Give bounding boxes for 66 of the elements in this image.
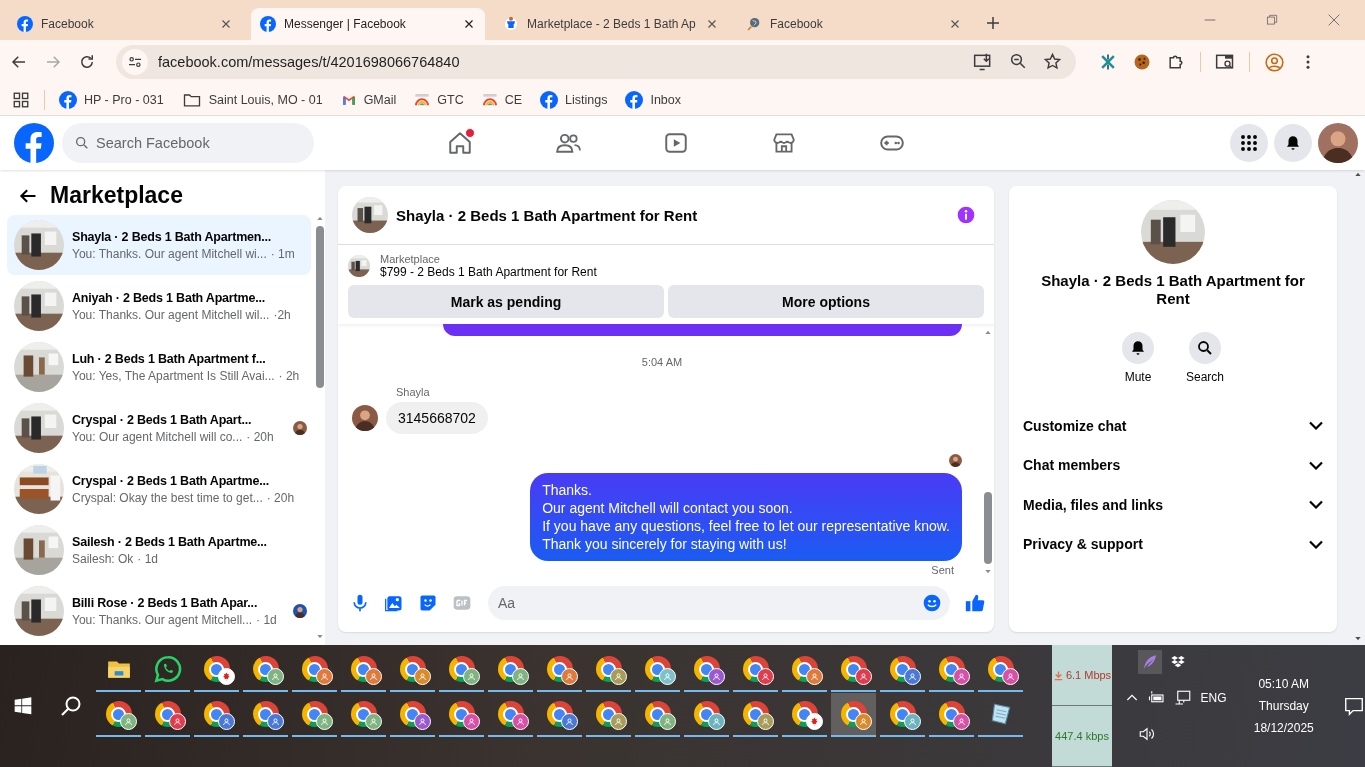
message-preview: You: Our agent Mitchell will co... xyxy=(72,429,243,444)
conversation-item[interactable]: Luh · 2 Beds 1 Bath Apartment f... You: Yes, The Apartment Is Still Avai... · 2h xyxy=(7,337,311,397)
clock[interactable]: 05:10 AM Thursday 18/12/2025 xyxy=(1238,645,1329,767)
message-time: · 20h xyxy=(246,429,274,444)
conversation-title: Cryspal · 2 Beds 1 Bath Apartme... xyxy=(72,473,269,488)
settings-section[interactable]: Chat members xyxy=(1017,445,1329,485)
sender-name: Shayla xyxy=(396,386,431,398)
message-preview: You: Thanks. Our agent Mitchell wi... xyxy=(72,246,267,261)
download-speed: 6.1 Mbps xyxy=(1065,669,1112,681)
message-time: · 1d xyxy=(256,612,277,627)
message-time: · 1d xyxy=(137,551,159,566)
clock-day: Thursday xyxy=(1258,699,1309,713)
browser-tab[interactable]: Facebook xyxy=(8,8,242,40)
conversation-title: Luh · 2 Beds 1 Bath Apartment f... xyxy=(72,351,266,366)
bookmark[interactable]: HP - Pro - 031 xyxy=(59,90,164,109)
message-time: · 20h xyxy=(266,490,295,505)
message-time: ·2h xyxy=(273,307,291,322)
message-preview: Cryspal: Okay the best time to get... xyxy=(72,490,263,505)
message-time: · 2h xyxy=(278,368,300,383)
message-preview: You: Thanks. Our agent Mitchell... xyxy=(72,612,253,627)
address-bar[interactable]: facebook.com/messages/t/4201698066764840 xyxy=(116,45,1076,79)
settings-section[interactable]: Privacy & support xyxy=(1017,524,1329,564)
conversation-title: Aniyah · 2 Beds 1 Bath Apartme... xyxy=(72,290,265,305)
bookmark[interactable]: Saint Louis, MO - 01 xyxy=(181,89,323,110)
language-indicator[interactable]: ENG xyxy=(1200,691,1227,705)
bookmark[interactable]: GTC xyxy=(414,91,464,108)
settings-section[interactable]: Customize chat xyxy=(1017,406,1329,446)
conversation-title: Cryspal · 2 Beds 1 Bath Apart... xyxy=(72,412,252,427)
message-bubble: 3145668702 xyxy=(386,402,488,434)
message-status: Sent xyxy=(931,564,954,576)
conversation-title: Sailesh · 2 Beds 1 Bath Apartme... xyxy=(72,534,267,549)
conversation-item[interactable]: Shayla · 2 Beds 1 Bath Apartmen... You: Thanks. Our agent Mitchell wi... · 1m xyxy=(7,215,311,275)
panel-title: Marketplace xyxy=(50,182,183,209)
timestamp: 5:04 AM xyxy=(641,356,683,368)
message-preview: Sailesh: Ok xyxy=(72,551,134,566)
listing-label: Marketplace xyxy=(380,253,441,265)
message-preview: You: Yes, The Apartment Is Still Avai... xyxy=(72,368,275,383)
settings-section[interactable]: Media, files and links xyxy=(1017,485,1329,525)
message-preview: You: Thanks. Our agent Mitchell wil... xyxy=(72,307,270,322)
conversation-title: Billi Rose · 2 Beds 1 Bath Apar... xyxy=(72,595,258,610)
conversation-item[interactable]: Aniyah · 2 Beds 1 Bath Apartme... You: Thanks. Our agent Mitchell wil... ·2h xyxy=(7,276,311,336)
listing-title: $799 - 2 Beds 1 Bath Apartment for Rent xyxy=(380,265,597,279)
conversation-item[interactable]: Cryspal · 2 Beds 1 Bath Apart... You: Our agent Mitchell will co... · 20h xyxy=(7,398,311,458)
clock-date: 18/12/2025 xyxy=(1253,721,1314,735)
conversation-item[interactable]: Sailesh · 2 Beds 1 Bath Apartme... Sailesh: Ok · 1d xyxy=(7,520,311,580)
bookmark[interactable]: CE xyxy=(481,91,523,108)
search-field[interactable]: Search Facebook xyxy=(62,123,314,163)
bookmark[interactable]: Inbox xyxy=(625,90,682,109)
message-bubble: Thanks. Our agent Mitchell will contact you soon. If you have any questions, feel free to let our representative know. Thank you sincerely for staying with us! xyxy=(530,473,962,561)
conversation-item[interactable]: Cryspal · 2 Beds 1 Bath Apartme... Cryspal: Okay the best time to get... · 20h xyxy=(7,459,311,519)
upload-speed: 447.4 kbps xyxy=(1055,730,1109,742)
bookmark[interactable]: GMail xyxy=(340,91,397,108)
url-text: facebook.com/messages/t/4201698066764840 xyxy=(158,54,461,70)
conversation-title: Shayla · 2 Beds 1 Bath Apartmen... xyxy=(72,229,272,244)
clock-time: 05:10 AM xyxy=(1258,677,1310,691)
chat-title: Shayla · 2 Beds 1 Bath Apartment for Rent xyxy=(396,206,699,224)
conversation-item[interactable]: Billi Rose · 2 Beds 1 Bath Apar... You: Thanks. Our agent Mitchell... · 1d xyxy=(7,581,311,641)
message-time: · 1m xyxy=(270,246,295,261)
bookmark[interactable]: Listings xyxy=(540,90,608,109)
browser-tab[interactable]: Messenger | Facebook xyxy=(251,8,485,40)
message-input[interactable]: Aa xyxy=(488,586,950,620)
browser-tab[interactable]: Facebook xyxy=(737,8,971,40)
contact-name: Shayla · 2 Beds 1 Bath Apartment for Rent xyxy=(1040,272,1306,308)
listing-action-button[interactable]: More options xyxy=(668,285,984,318)
listing-action-button[interactable]: Mark as pending xyxy=(348,285,664,318)
browser-tab[interactable]: Marketplace - 2 Beds 1 Bath Ap xyxy=(494,8,728,40)
